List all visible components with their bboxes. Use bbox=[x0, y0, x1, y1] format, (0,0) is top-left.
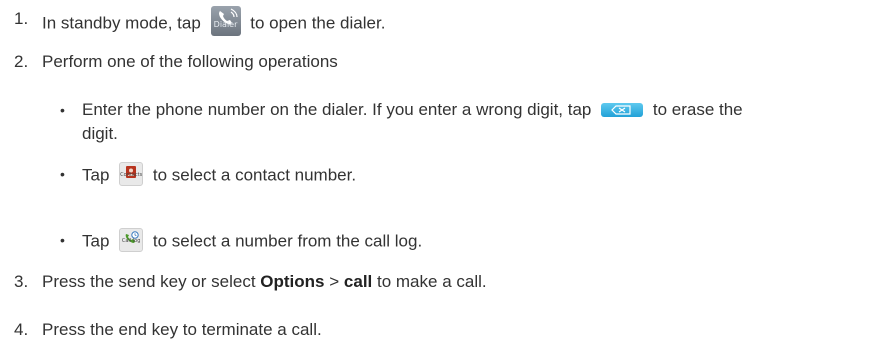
bullet-text: Enter the phone number on the dialer. If… bbox=[82, 100, 592, 119]
bullet-text: Tap bbox=[82, 165, 110, 185]
call-log-icon: Call log bbox=[119, 228, 144, 252]
separator: > bbox=[329, 272, 340, 291]
bullet-text: to erase the bbox=[652, 100, 743, 119]
backspace-icon bbox=[601, 102, 644, 117]
step-number: 4. bbox=[14, 320, 29, 339]
step-text: Perform one of the following operations bbox=[42, 52, 338, 71]
step-text: Press the end key to terminate a call. bbox=[42, 320, 322, 339]
bullet-mark: • bbox=[60, 102, 65, 118]
dialer-icon-label: Dialer bbox=[213, 20, 238, 29]
step-text: to open the dialer. bbox=[250, 13, 386, 33]
step-text: to make a call. bbox=[377, 272, 487, 291]
bullet-text: Tap bbox=[82, 231, 110, 251]
bullet-mark: • bbox=[60, 166, 65, 182]
contacts-icon-label: Contacts bbox=[120, 172, 143, 178]
step-text: Press the send key or select bbox=[42, 272, 256, 291]
contacts-icon: Contacts bbox=[119, 162, 144, 186]
bullet-text: to select a contact number. bbox=[152, 165, 357, 185]
options-label: Options bbox=[260, 272, 325, 291]
bullet-text: to select a number from the call log. bbox=[152, 231, 423, 251]
dialer-icon: Dialer bbox=[210, 6, 241, 36]
step-number: 3. bbox=[14, 272, 29, 291]
call-log-icon-label: Call log bbox=[121, 238, 141, 244]
step-number: 1. bbox=[14, 9, 29, 28]
call-label: call bbox=[343, 272, 373, 291]
bullet-item-1-cont: digit. bbox=[82, 124, 118, 143]
step-text: In standby mode, tap bbox=[42, 13, 201, 33]
bullet-mark: • bbox=[60, 232, 65, 248]
step-number: 2. bbox=[14, 52, 29, 71]
